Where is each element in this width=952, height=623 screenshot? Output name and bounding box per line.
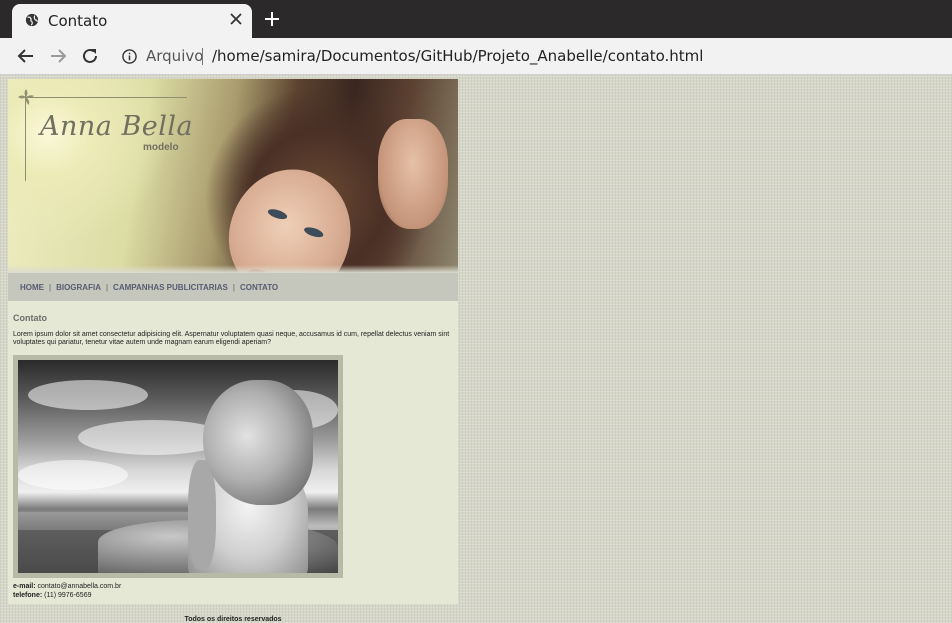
menu-separator: | — [49, 282, 52, 292]
header-photo-hand — [378, 119, 448, 229]
site-container: Anna Bella modelo HOME | BIOGRAFIA | CAM… — [8, 79, 458, 623]
close-icon[interactable] — [230, 13, 242, 25]
fleur-icon — [18, 89, 34, 105]
globe-icon — [25, 13, 39, 27]
menu-item-home[interactable]: HOME — [20, 283, 44, 292]
header-fade — [8, 265, 458, 273]
tab-title: Contato — [48, 12, 108, 30]
logo-subtitle: modelo — [143, 142, 179, 153]
menu-item-campanhas[interactable]: CAMPANHAS PUBLICITARIAS — [113, 283, 228, 292]
contact-info: e-mail: contato@annabella.com.br telefon… — [13, 582, 453, 600]
main-content: Contato Lorem ipsum dolor sit amet conse… — [8, 301, 458, 604]
plus-icon[interactable] — [265, 12, 279, 26]
menu-item-biografia[interactable]: BIOGRAFIA — [56, 283, 101, 292]
tab-strip: Contato — [0, 0, 952, 38]
tab-contato[interactable]: Contato — [12, 4, 252, 38]
address-bar[interactable]: Arquivo /home/samira/Documentos/GitHub/P… — [112, 41, 947, 71]
page-title: Contato — [13, 313, 47, 323]
contact-photo — [18, 360, 338, 573]
forward-arrow-icon[interactable] — [49, 47, 67, 65]
menu-separator: | — [105, 282, 109, 292]
page-viewport: Anna Bella modelo HOME | BIOGRAFIA | CAM… — [0, 75, 952, 623]
intro-paragraph: Lorem ipsum dolor sit amet consectetur a… — [13, 331, 450, 346]
site-header: Anna Bella modelo — [8, 79, 458, 273]
photo-woman-arm — [188, 460, 216, 570]
reload-icon[interactable] — [81, 47, 99, 65]
back-arrow-icon[interactable] — [17, 47, 35, 65]
photo-woman-hair — [203, 380, 313, 505]
phone-value: (11) 9976-6569 — [44, 592, 92, 599]
site-footer: Todos os direitos reservados — [184, 616, 282, 623]
address-scheme-label: Arquivo — [146, 47, 204, 65]
photo-cloud — [18, 460, 128, 490]
address-url[interactable]: /home/samira/Documentos/GitHub/Projeto_A… — [212, 47, 703, 65]
logo-horizontal-line — [25, 97, 187, 98]
email-row: e-mail: contato@annabella.com.br — [13, 582, 453, 591]
browser-toolbar: Arquivo /home/samira/Documentos/GitHub/P… — [0, 38, 952, 75]
contact-photo-frame — [13, 355, 343, 578]
info-icon[interactable] — [122, 49, 137, 64]
logo-name[interactable]: Anna Bella — [40, 111, 193, 142]
header-photo-eye — [266, 207, 289, 222]
email-value[interactable]: contato@annabella.com.br — [38, 583, 122, 590]
main-menu: HOME | BIOGRAFIA | CAMPANHAS PUBLICITARI… — [8, 273, 458, 301]
phone-row: telefone: (11) 9976-6569 — [13, 591, 453, 600]
photo-cloud — [28, 380, 148, 410]
phone-label: telefone: — [13, 592, 43, 599]
header-photo-eye — [302, 225, 325, 240]
email-label: e-mail: — [13, 583, 36, 590]
menu-item-contato[interactable]: CONTATO — [240, 283, 278, 292]
menu-separator: | — [232, 282, 235, 292]
address-separator — [202, 48, 203, 65]
